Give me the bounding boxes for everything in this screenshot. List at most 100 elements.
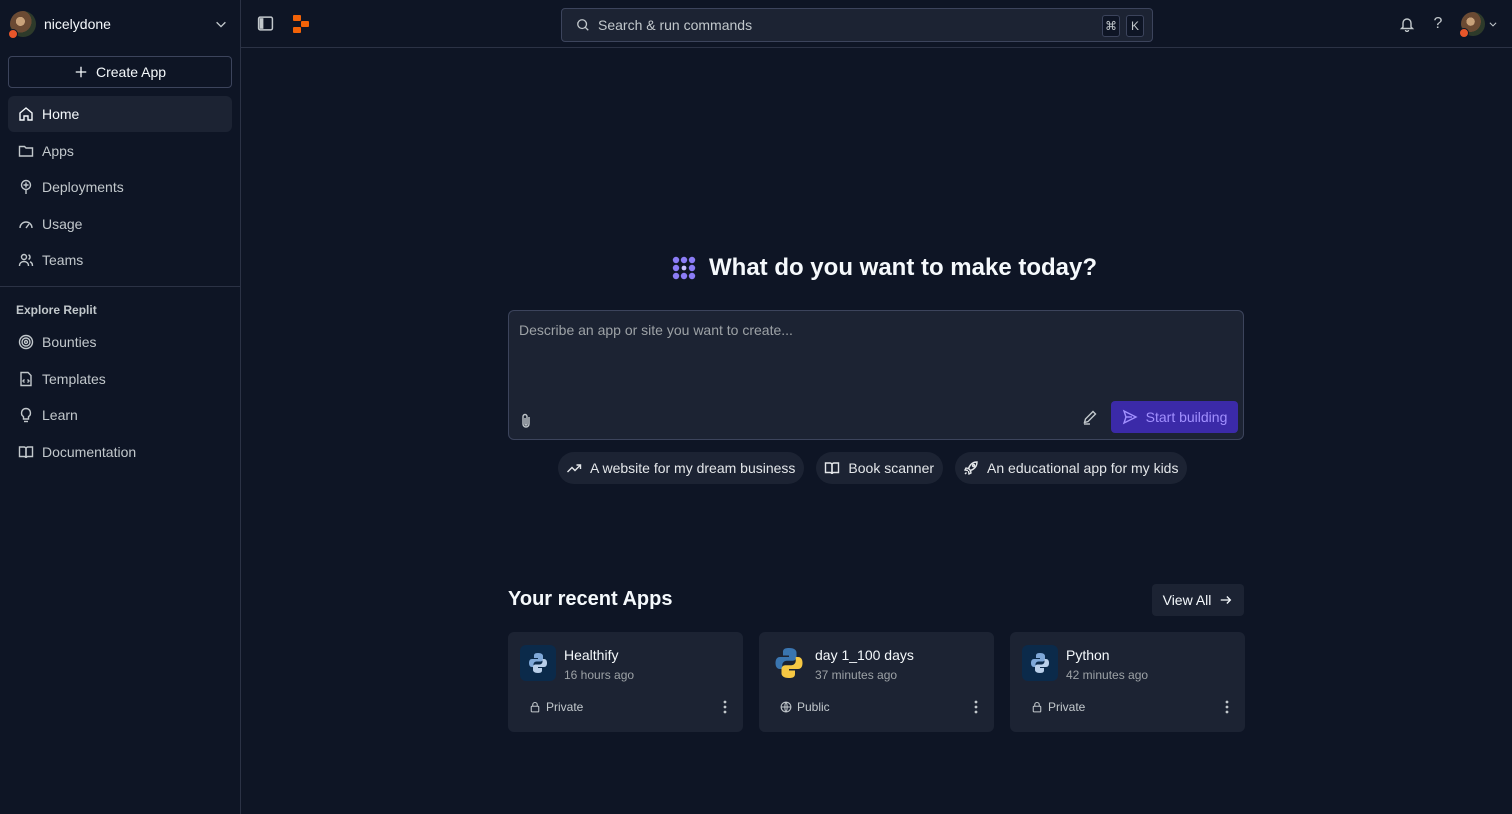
prompt-input[interactable] bbox=[509, 311, 1243, 397]
visibility-badge: Public bbox=[780, 700, 830, 714]
search-placeholder: Search & run commands bbox=[598, 17, 753, 33]
topbar: Search & run commands ⌘ K ? bbox=[241, 0, 1512, 48]
sidebar-divider bbox=[0, 286, 240, 287]
view-all-label: View All bbox=[1162, 592, 1212, 608]
plus-icon bbox=[74, 65, 88, 79]
template-icon bbox=[18, 371, 34, 387]
create-app-button[interactable]: Create App bbox=[8, 56, 232, 88]
start-building-button[interactable]: Start building bbox=[1111, 401, 1238, 433]
chevron-down-icon bbox=[214, 17, 228, 31]
nav-label: Usage bbox=[42, 215, 83, 232]
send-icon bbox=[1122, 409, 1138, 425]
home-icon bbox=[18, 106, 34, 122]
nav-label: Learn bbox=[42, 407, 78, 423]
lock-icon bbox=[1031, 701, 1043, 713]
start-building-label: Start building bbox=[1145, 409, 1228, 425]
book-icon bbox=[18, 444, 34, 460]
app-name: Python bbox=[1066, 647, 1110, 663]
more-vertical-icon[interactable] bbox=[974, 700, 978, 714]
lock-icon bbox=[529, 701, 541, 713]
app-card[interactable]: Python 42 minutes ago Private bbox=[1010, 632, 1245, 732]
app-card[interactable]: Healthify 16 hours ago Private bbox=[508, 632, 743, 732]
suggestion-chip[interactable]: Book scanner bbox=[816, 452, 944, 484]
visibility-badge: Private bbox=[529, 700, 583, 714]
pencil-icon[interactable] bbox=[1082, 409, 1098, 425]
nav-item-home[interactable]: Home bbox=[8, 96, 232, 132]
nav-item-learn[interactable]: Learn bbox=[8, 397, 232, 433]
replit-logo-icon[interactable] bbox=[292, 14, 310, 34]
visibility-badge: Private bbox=[1031, 700, 1085, 714]
account-switcher[interactable]: nicelydone bbox=[0, 0, 240, 48]
recent-apps-title: Your recent Apps bbox=[508, 588, 673, 610]
help-icon[interactable]: ? bbox=[1429, 15, 1447, 33]
hero-title: What do you want to make today? bbox=[709, 254, 1098, 281]
search-bar[interactable]: Search & run commands ⌘ K bbox=[561, 8, 1153, 42]
app-time: 16 hours ago bbox=[564, 668, 635, 682]
chevron-down-icon bbox=[1488, 19, 1498, 29]
chip-label: Book scanner bbox=[848, 460, 935, 476]
nav-label: Deployments bbox=[42, 179, 124, 195]
nav-item-bounties[interactable]: Bounties bbox=[8, 324, 232, 360]
users-icon bbox=[18, 252, 34, 268]
nav-item-templates[interactable]: Templates bbox=[8, 361, 232, 397]
app-name: Healthify bbox=[564, 647, 619, 663]
python-icon bbox=[520, 645, 556, 681]
python-icon bbox=[771, 645, 807, 681]
sidebar-toggle-icon[interactable] bbox=[257, 15, 274, 32]
chip-label: An educational app for my kids bbox=[987, 460, 1179, 476]
nav-item-documentation[interactable]: Documentation bbox=[8, 434, 232, 470]
avatar bbox=[1459, 12, 1485, 38]
recent-apps-list: Healthify 16 hours ago Private day 1_100… bbox=[508, 632, 1245, 732]
python-icon bbox=[1022, 645, 1058, 681]
visibility-label: Public bbox=[797, 700, 830, 714]
app-time: 37 minutes ago bbox=[815, 668, 898, 682]
trending-up-icon bbox=[566, 460, 582, 476]
nav-item-apps[interactable]: Apps bbox=[8, 133, 232, 169]
main-nav: Home Apps Deployments Usage Teams bbox=[8, 96, 232, 279]
nav-label: Templates bbox=[42, 370, 106, 387]
create-app-label: Create App bbox=[95, 64, 167, 80]
nav-label: Teams bbox=[42, 252, 84, 268]
arrow-right-icon bbox=[1219, 593, 1233, 607]
visibility-label: Private bbox=[1048, 700, 1086, 714]
lightbulb-icon bbox=[18, 407, 34, 423]
main-content: What do you want to make today? Start bu… bbox=[241, 48, 1512, 814]
folder-icon bbox=[18, 143, 34, 159]
explore-nav: Bounties Templates Learn Documentation bbox=[8, 324, 232, 470]
nav-label: Bounties bbox=[42, 334, 97, 350]
deployments-icon bbox=[18, 179, 34, 195]
app-card[interactable]: day 1_100 days 37 minutes ago Public bbox=[759, 632, 994, 732]
app-name: day 1_100 days bbox=[815, 647, 914, 663]
username: nicelydone bbox=[44, 16, 111, 32]
explore-heading: Explore Replit bbox=[16, 303, 97, 317]
topbar-actions: ? bbox=[1399, 12, 1498, 38]
suggestion-chip[interactable]: A website for my dream business bbox=[558, 452, 805, 484]
nav-label: Apps bbox=[42, 142, 74, 159]
account-menu[interactable] bbox=[1459, 12, 1498, 38]
sparkle-grid-icon bbox=[671, 255, 697, 281]
nav-item-deployments[interactable]: Deployments bbox=[8, 169, 232, 205]
kbd-cmd: ⌘ bbox=[1102, 15, 1120, 37]
more-vertical-icon[interactable] bbox=[723, 700, 727, 714]
nav-item-usage[interactable]: Usage bbox=[8, 206, 232, 242]
hero-heading: What do you want to make today? bbox=[671, 254, 1097, 282]
gauge-icon bbox=[18, 216, 34, 232]
chip-label: A website for my dream business bbox=[590, 460, 796, 476]
visibility-label: Private bbox=[546, 700, 584, 714]
globe-icon bbox=[780, 701, 792, 713]
suggestion-chips: A website for my dream business Book sca… bbox=[558, 452, 1188, 484]
view-all-button[interactable]: View All bbox=[1152, 584, 1244, 616]
kbd-k: K bbox=[1126, 15, 1144, 37]
prompt-box: Start building bbox=[508, 310, 1244, 440]
app-time: 42 minutes ago bbox=[1066, 668, 1149, 682]
suggestion-chip[interactable]: An educational app for my kids bbox=[955, 452, 1188, 484]
book-open-icon bbox=[824, 460, 840, 476]
bell-icon[interactable] bbox=[1399, 16, 1415, 32]
avatar bbox=[8, 11, 36, 39]
nav-label: Home bbox=[42, 106, 80, 122]
paperclip-icon[interactable] bbox=[519, 413, 533, 429]
more-vertical-icon[interactable] bbox=[1225, 700, 1229, 714]
nav-item-teams[interactable]: Teams bbox=[8, 242, 232, 278]
rocket-icon bbox=[963, 460, 979, 476]
target-icon bbox=[18, 334, 34, 350]
